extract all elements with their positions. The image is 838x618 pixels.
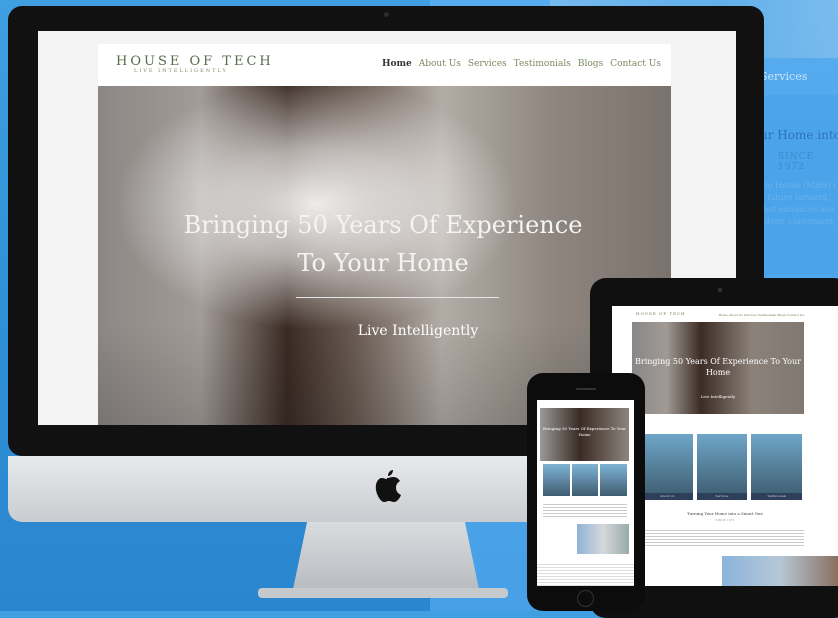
tablet-hero-title: Bringing 50 Years Of Experience To Your … [635, 357, 801, 377]
tablet-nav[interactable]: Home About Us Services Testimonials Blog… [719, 313, 804, 317]
phone-tile[interactable] [571, 464, 599, 496]
tablet-tile-services[interactable]: Services [696, 434, 748, 500]
tablet-camera-icon [718, 288, 722, 292]
imac-stand-base [258, 588, 508, 598]
phone-speaker [576, 388, 596, 390]
main-nav: Home About Us Services Testimonials Blog… [382, 59, 661, 69]
logo-tagline: LIVE INTELLIGENTLY [134, 68, 228, 74]
tablet-hero-subtitle: Live Intelligently [700, 394, 736, 399]
tablet-tile-label: Services [696, 493, 748, 500]
tablet-tile-testimonials[interactable]: Testimonials [751, 434, 803, 500]
logo[interactable]: HOUSE OF TECH [116, 54, 274, 69]
nav-blogs[interactable]: Blogs [578, 59, 603, 69]
home-button-icon[interactable] [577, 590, 594, 607]
tablet-tile-label: Testimonials [751, 493, 803, 500]
phone-hero-title: Bringing 50 Years Of Experience To Your … [543, 426, 626, 437]
nav-testimonials[interactable]: Testimonials [514, 59, 571, 69]
tablet-paragraph [644, 530, 804, 546]
hero-title-line2: To Your Home [297, 249, 469, 277]
imac-stand [292, 522, 480, 594]
phone-tile[interactable] [600, 464, 628, 496]
tablet-tiles: About Us Services Testimonials [642, 434, 803, 500]
tablet-screen: HOUSE OF TECH Home About Us Services Tes… [612, 306, 838, 586]
site-header: HOUSE OF TECH LIVE INTELLIGENTLY Home Ab… [98, 44, 671, 86]
nav-contact-us[interactable]: Contact Us [610, 59, 661, 69]
background-since: SINCE 1972 [778, 152, 815, 172]
background-paragraph: dio House (MBH) i a future forward, that… [760, 181, 836, 226]
background-nav-services: Services [760, 70, 808, 83]
apple-logo-icon [375, 470, 401, 502]
phone-text-block [543, 504, 627, 518]
nav-about-us[interactable]: About Us [419, 59, 461, 69]
phone-house-image [577, 524, 629, 554]
hero-title-line1: Bringing 50 Years Of Experience [183, 211, 583, 239]
phone-tiles [543, 464, 628, 496]
camera-icon [384, 12, 389, 17]
phone-hero: Bringing 50 Years Of Experience To Your … [540, 408, 629, 461]
phone-footer [537, 564, 634, 586]
tablet-tile-about[interactable]: About Us [642, 434, 693, 500]
phone-screen: Bringing 50 Years Of Experience To Your … [537, 400, 634, 586]
tablet-logo[interactable]: HOUSE OF TECH [636, 311, 686, 316]
background-section-title: ur Home into [760, 128, 838, 142]
tablet-tile-label: About Us [642, 493, 693, 500]
phone-tile[interactable] [543, 464, 570, 496]
hero-divider [296, 297, 499, 298]
tablet-house-image [722, 556, 838, 586]
nav-services[interactable]: Services [468, 59, 507, 69]
nav-home[interactable]: Home [382, 59, 412, 69]
hero-title: Bringing 50 Years Of Experience To Your … [138, 206, 628, 282]
tablet-section-title: Turning Your Home into a Smart One [687, 511, 763, 516]
tablet-header: HOUSE OF TECH Home About Us Services Tes… [612, 306, 838, 320]
tablet-since: SINCE 1972 [715, 518, 735, 522]
hero-subtitle: Live Intelligently [357, 323, 479, 339]
